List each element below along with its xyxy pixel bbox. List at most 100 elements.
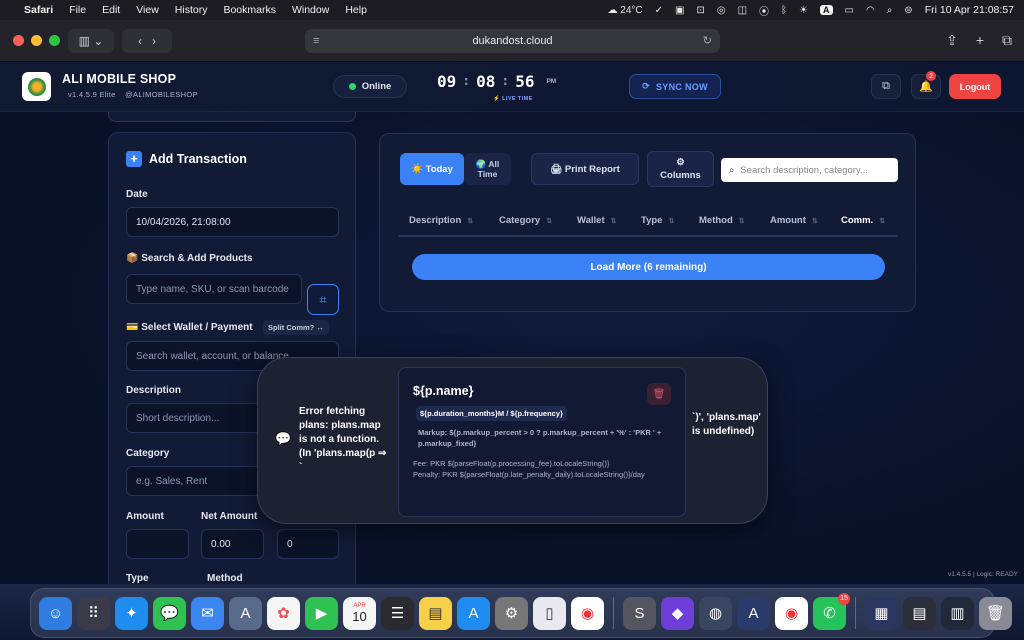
col-amount[interactable]: Amount ⇅ [770,215,818,226]
hotspot-icon[interactable]: ⦿ [759,3,769,18]
status-icon-3[interactable]: ⊡ [696,5,704,16]
recent-window-2-icon[interactable]: ▤ [903,596,936,630]
back-forward-buttons[interactable]: ‹ › [122,28,172,53]
chrome-icon[interactable]: ◉ [571,596,604,630]
col-method[interactable]: Method ⇅ [699,215,745,226]
clock-minutes: 08 [476,72,496,91]
menu-history[interactable]: History [175,4,208,16]
zoom-window-button[interactable] [49,35,60,46]
launchpad-icon[interactable]: ⠿ [77,596,110,630]
share-icon[interactable]: ⇪ [946,32,958,49]
new-tab-icon[interactable]: + [976,32,984,49]
notifications-button[interactable]: 🔔 2 [911,71,941,99]
input-source-icon[interactable]: A [820,5,833,15]
columns-button[interactable]: ⚙ Columns [647,151,714,187]
notification-count-badge: 2 [926,71,936,81]
sidebar-toggle-button[interactable]: ▥ ⌄ [68,28,114,53]
col-category[interactable]: Category ⇅ [499,215,552,226]
split-commission-toggle[interactable]: Split Comm? ↔ [263,320,329,335]
description-label: Description [126,385,182,396]
recent-window-1-icon[interactable]: ▦ [865,596,898,630]
products-label: 📦 Search & Add Products [126,253,253,264]
disk-utility-icon[interactable]: ◍ [699,596,732,630]
col-commission[interactable]: Comm. ⇅ [841,215,885,226]
minimize-window-button[interactable] [31,35,42,46]
weather-icon[interactable]: ☁ 24°C [607,5,642,16]
product-search-input[interactable]: Type name, SKU, or scan barcode [126,274,302,304]
menu-edit[interactable]: Edit [102,4,120,16]
menubar-clock[interactable]: Fri 10 Apr 21:08:57 [925,4,1014,16]
menu-view[interactable]: View [136,4,159,16]
status-icon-5[interactable]: ◫ [738,5,747,16]
notes-icon[interactable]: ▤ [419,596,452,630]
transaction-search-input[interactable]: ⌕ Search description, category... [721,158,898,182]
mail-icon[interactable]: ✉ [191,596,224,630]
address-bar[interactable]: ≡ dukandost.cloud ↻ [305,28,720,53]
print-report-button[interactable]: 🖨 Print Report [531,153,639,185]
brightness-icon[interactable]: ☀ [799,5,808,16]
reminders-icon[interactable]: ☰ [381,596,414,630]
safari-icon[interactable]: ✦ [115,596,148,630]
online-dot-icon [348,83,356,90]
whatsapp-icon[interactable]: ✆ 15 [813,592,850,630]
close-window-button[interactable] [13,35,24,46]
load-more-button[interactable]: Load More (6 remaining) [412,254,885,280]
amount-input[interactable] [126,529,189,559]
menu-bookmarks[interactable]: Bookmarks [223,4,276,16]
reload-icon[interactable]: ↻ [703,34,712,47]
facetime-icon[interactable]: ▶ [305,596,338,630]
status-icon-2[interactable]: ▣ [675,5,684,16]
barcode-scan-button[interactable]: ⌗ [307,284,339,315]
col-wallet[interactable]: Wallet ⇅ [577,215,617,226]
menu-help[interactable]: Help [345,4,367,16]
search-icon: ⌕ [729,164,735,176]
menu-app-name[interactable]: Safari [24,4,53,16]
recent-window-3-icon[interactable]: ▥ [941,596,974,630]
instruments-icon[interactable]: A [229,596,262,630]
gear-icon: ⚙ [676,157,685,168]
shop-logo [22,72,51,101]
battery-icon[interactable]: ▭ [845,5,854,16]
page-settings-icon[interactable]: ≡ [313,35,319,47]
obsidian-icon[interactable]: ◆ [661,596,694,630]
finder-icon[interactable]: ☺ [39,596,72,630]
photos-icon[interactable]: ✿ [267,596,300,630]
third-amount-input[interactable]: 0 [277,529,339,559]
app-store-icon[interactable]: A [457,596,490,630]
menu-file[interactable]: File [69,4,86,16]
preview-icon[interactable]: ▯ [533,596,566,630]
system-settings-icon[interactable]: ⚙ [495,596,528,630]
logout-button[interactable]: Logout [949,74,1001,99]
wifi-icon[interactable]: ◠ [866,5,875,16]
add-transaction-title: + Add Transaction [126,151,247,167]
plan-markup: Markup: ${p.markup_percent > 0 ? p.marku… [418,428,662,448]
tab-today[interactable]: ☀️ Today [400,153,464,185]
control-center-icon[interactable]: ⊜ [904,5,912,16]
messages-icon[interactable]: 💬 [153,596,186,630]
transactions-card: ☀️ Today 🌍 All Time 🖨 Print Report ⚙ Col… [379,133,916,312]
delete-plan-button[interactable]: 🗑 [647,383,671,405]
chrome-app-icon[interactable]: ◉ [775,596,808,630]
net-amount-input[interactable]: 0.00 [201,529,264,559]
calendar-icon[interactable]: APR 10 [343,596,376,630]
menu-window[interactable]: Window [292,4,329,16]
shortcuts-icon[interactable]: S [623,596,656,630]
trash-can-icon[interactable]: 🗑 [979,596,1012,630]
tab-all-time[interactable]: 🌍 All Time [464,153,511,185]
columns-label: Columns [660,170,701,181]
shop-name: ALI MOBILE SHOP [62,72,177,86]
col-type[interactable]: Type ⇅ [641,215,674,226]
col-description[interactable]: Description ⇅ [409,215,473,226]
date-input[interactable]: 10/04/2026, 21:08:00 [126,207,339,237]
status-icon-4[interactable]: ◎ [717,5,726,16]
bluetooth-icon[interactable]: ᛒ [781,5,787,16]
sync-icon: ⟳ [642,81,650,91]
xcode-instruments-icon[interactable]: A [737,596,770,630]
status-icon-1[interactable]: ✓ [655,5,663,16]
tab-overview-icon[interactable]: ⧉ [1002,32,1012,49]
add-transaction-heading: Add Transaction [149,152,247,166]
chart-button[interactable]: ⧉ [871,74,901,99]
sync-now-button[interactable]: ⟳ SYNC NOW [629,74,721,99]
main-content: + Add Transaction Date 10/04/2026, 21:08… [0,112,1024,584]
spotlight-icon[interactable]: ⌕ [887,5,893,16]
